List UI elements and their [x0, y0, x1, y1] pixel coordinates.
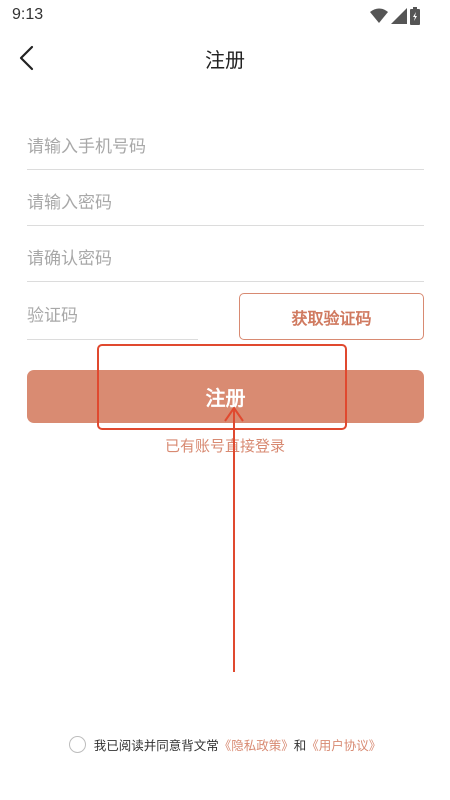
status-icons: [370, 7, 420, 25]
battery-icon: [410, 7, 420, 25]
nav-bar: 注册: [0, 32, 450, 84]
agree-radio[interactable]: [68, 735, 86, 753]
agreement-and: 和: [293, 737, 307, 753]
status-time: 9:13: [12, 6, 44, 23]
phone-field-wrapper: [27, 124, 424, 170]
page-title: 注册: [205, 48, 245, 72]
privacy-policy-link[interactable]: 《隐私政策》: [219, 735, 294, 754]
verification-code-input[interactable]: [27, 292, 198, 339]
get-code-button[interactable]: 获取验证码: [239, 293, 424, 340]
status-bar: 9:13: [0, 0, 450, 32]
user-agreement-link[interactable]: 《用户协议》: [306, 735, 381, 754]
confirm-password-input[interactable]: [27, 236, 424, 281]
wifi-icon: [370, 8, 388, 23]
password-input[interactable]: [27, 180, 424, 225]
signal-icon: [391, 8, 407, 24]
password-field-wrapper: [27, 180, 424, 226]
agreement-text: 我已阅读并同意背文常: [93, 737, 219, 753]
code-field-wrapper: [27, 292, 198, 340]
annotation-arrow-icon: [224, 407, 244, 672]
phone-input[interactable]: [27, 124, 424, 169]
confirm-password-field-wrapper: [27, 236, 424, 282]
agreement-row: 我已阅读并同意背文常 《隐私政策》 和 《用户协议》: [0, 734, 450, 754]
